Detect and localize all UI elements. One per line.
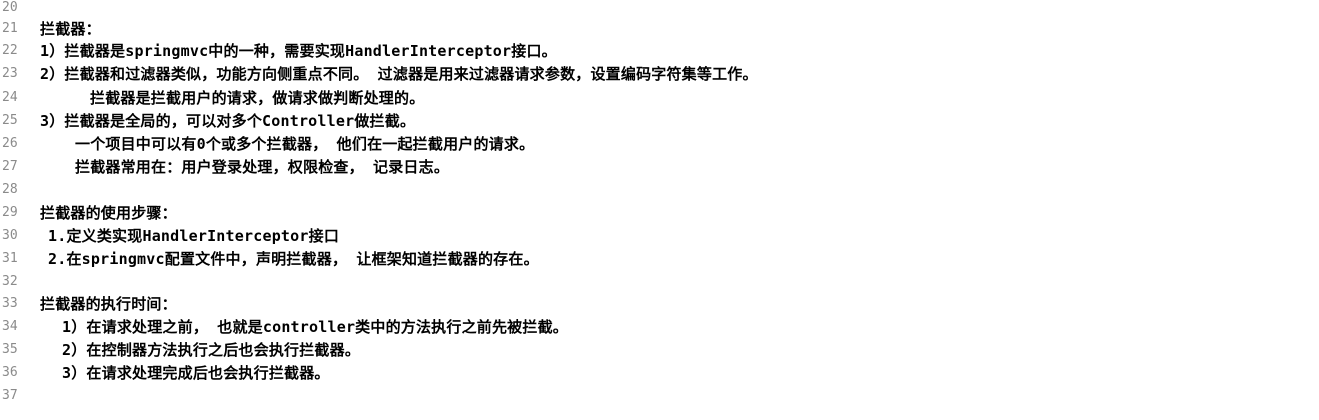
line-number: 27 (2, 159, 18, 174)
line-text: 一个项目中可以有0个或多个拦截器， 他们在一起拦截用户的请求。 (75, 135, 535, 153)
line-number: 32 (2, 274, 18, 289)
line-number: 29 (2, 205, 18, 220)
line-number: 34 (2, 319, 18, 334)
editor-line: 25 3）拦截器是全局的，可以对多个Controller做拦截。 (0, 111, 1319, 131)
line-text: 拦截器的执行时间： (40, 295, 177, 313)
editor-line: 33 拦截器的执行时间： (0, 294, 1319, 314)
line-text: 3）在请求处理完成后也会执行拦截器。 (62, 364, 330, 382)
editor-line: 35 2）在控制器方法执行之后也会执行拦截器。 (0, 340, 1319, 360)
line-number: 30 (2, 228, 18, 243)
line-text: 拦截器是拦截用户的请求，做请求做判断处理的。 (90, 89, 425, 107)
line-number: 21 (2, 21, 18, 36)
editor-line: 30 1.定义类实现HandlerInterceptor接口 (0, 226, 1319, 246)
editor-line: 34 1）在请求处理之前， 也就是controller类中的方法执行之前先被拦截… (0, 317, 1319, 337)
editor-line: 24 拦截器是拦截用户的请求，做请求做判断处理的。 (0, 88, 1319, 108)
line-text: 3）拦截器是全局的，可以对多个Controller做拦截。 (40, 112, 416, 130)
line-number: 37 (2, 388, 18, 403)
line-text: 拦截器的使用步骤： (40, 204, 177, 222)
editor-line: 37 (0, 386, 1319, 406)
line-number: 33 (2, 296, 18, 311)
line-number: 31 (2, 251, 18, 266)
editor-line: 31 2.在springmvc配置文件中，声明拦截器， 让框架知道拦截器的存在。 (0, 249, 1319, 269)
line-number: 20 (2, 0, 18, 15)
line-number: 35 (2, 342, 18, 357)
editor-line: 36 3）在请求处理完成后也会执行拦截器。 (0, 363, 1319, 383)
line-number: 23 (2, 66, 18, 81)
line-text: 2）拦截器和过滤器类似，功能方向侧重点不同。 过滤器是用来过滤器请求参数，设置编… (40, 65, 758, 83)
line-number: 25 (2, 113, 18, 128)
line-text: 1.定义类实现HandlerInterceptor接口 (48, 227, 340, 245)
line-number: 22 (2, 43, 18, 58)
editor-line: 26 一个项目中可以有0个或多个拦截器， 他们在一起拦截用户的请求。 (0, 134, 1319, 154)
line-text: 拦截器常用在：用户登录处理，权限检查， 记录日志。 (75, 158, 450, 176)
line-number: 28 (2, 182, 18, 197)
line-text: 1）在请求处理之前， 也就是controller类中的方法执行之前先被拦截。 (62, 318, 568, 336)
line-number: 26 (2, 136, 18, 151)
line-number: 36 (2, 365, 18, 380)
editor-line: 28 (0, 180, 1319, 200)
line-text: 2）在控制器方法执行之后也会执行拦截器。 (62, 341, 361, 359)
text-editor[interactable]: 20 21 拦截器： 22 1）拦截器是springmvc中的一种，需要实现Ha… (0, 0, 1319, 420)
editor-line: 32 (0, 272, 1319, 292)
editor-line: 20 (0, 0, 1319, 18)
editor-line: 29 拦截器的使用步骤： (0, 203, 1319, 223)
line-text: 2.在springmvc配置文件中，声明拦截器， 让框架知道拦截器的存在。 (48, 250, 539, 268)
editor-line: 27 拦截器常用在：用户登录处理，权限检查， 记录日志。 (0, 157, 1319, 177)
line-text: 1）拦截器是springmvc中的一种，需要实现HandlerIntercept… (40, 42, 557, 60)
line-number: 24 (2, 90, 18, 105)
line-text: 拦截器： (40, 20, 101, 38)
editor-line: 23 2）拦截器和过滤器类似，功能方向侧重点不同。 过滤器是用来过滤器请求参数，… (0, 64, 1319, 84)
editor-line: 21 拦截器： (0, 19, 1319, 39)
editor-line: 22 1）拦截器是springmvc中的一种，需要实现HandlerInterc… (0, 41, 1319, 61)
